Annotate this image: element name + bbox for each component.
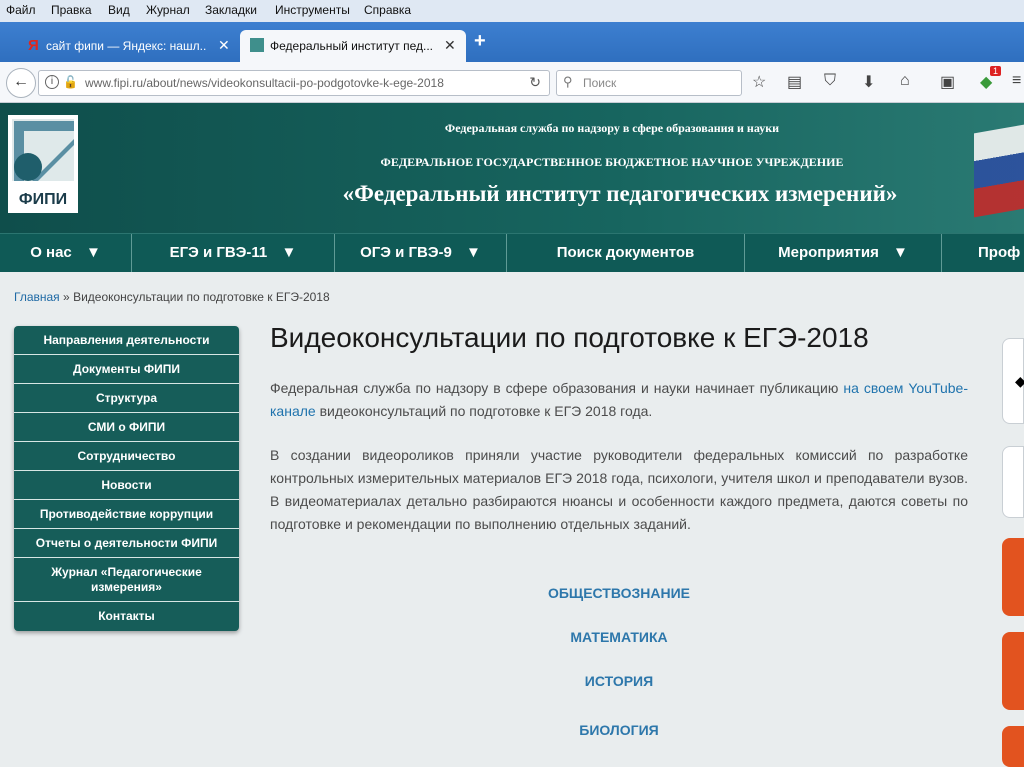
sidebar-item-media[interactable]: СМИ о ФИПИ — [14, 413, 239, 442]
url-bar[interactable]: i 🔓 www.fipi.ru/about/news/videokonsulta… — [38, 70, 550, 96]
article-intro: Федеральная служба по надзору в сфере об… — [270, 377, 968, 423]
tab-yandex[interactable]: Я сайт фипи — Яндекс: нашл... ✕ — [14, 30, 236, 62]
header-agency: Федеральная служба по надзору в сфере об… — [444, 121, 780, 135]
article-body: В создании видеороликов приняли участие … — [270, 447, 968, 532]
back-button[interactable]: ← — [6, 68, 36, 98]
url-text[interactable]: www.fipi.ru/about/news/videokonsultacii-… — [85, 76, 444, 90]
nav-prof[interactable]: Проф — [942, 234, 1024, 272]
sidebar-item-cooperation[interactable]: Сотрудничество — [14, 442, 239, 471]
menu-edit[interactable]: Правка — [51, 3, 92, 17]
menu-tools[interactable]: Инструменты — [275, 3, 350, 17]
side-promo-tab[interactable] — [1002, 726, 1024, 767]
side-promo-tab[interactable] — [1002, 632, 1024, 710]
search-icon: ⚲ — [563, 74, 573, 89]
subject-link-history[interactable]: ИСТОРИЯ — [270, 673, 968, 689]
breadcrumb-current: Видеоконсультации по подготовке к ЕГЭ-20… — [73, 290, 330, 304]
menu-file[interactable]: Файл — [6, 3, 36, 17]
tab-fipi[interactable]: Федеральный институт пед... ✕ — [240, 30, 466, 62]
caret-down-icon: ▼ — [85, 244, 101, 261]
close-tab-icon[interactable]: ✕ — [444, 37, 456, 54]
breadcrumb: Главная » Видеоконсультации по подготовк… — [14, 290, 330, 304]
close-tab-icon[interactable]: ✕ — [218, 37, 230, 54]
breadcrumb-home[interactable]: Главная — [14, 290, 60, 304]
home-icon[interactable]: ⌂ — [900, 72, 910, 90]
nav-label: ЕГЭ и ГВЭ-11 — [169, 244, 268, 261]
fipi-icon — [250, 38, 264, 52]
nav-document-search[interactable]: Поиск документов — [507, 234, 745, 272]
reload-icon[interactable]: ↻ — [529, 74, 541, 91]
tab-title: сайт фипи — Яндекс: нашл... — [46, 39, 206, 53]
menu-bar: Файл Правка Вид Журнал Закладки Инструме… — [0, 0, 1024, 22]
sidebar-item-directions[interactable]: Направления деятельности — [14, 326, 239, 355]
yandex-icon: Я — [28, 37, 39, 54]
side-panel-tab[interactable]: ◆ — [1002, 338, 1024, 424]
sidebar-item-contacts[interactable]: Контакты — [14, 602, 239, 631]
pocket-icon[interactable]: ⛉ — [824, 72, 836, 90]
nav-label: ОГЭ и ГВЭ-9 — [360, 244, 452, 261]
sidebar-menu: Направления деятельности Документы ФИПИ … — [14, 326, 239, 631]
menu-icon[interactable]: ≡ — [1012, 72, 1021, 90]
subject-link-biology[interactable]: БИОЛОГИЯ — [270, 722, 968, 738]
screenshot-icon[interactable]: ▣ — [940, 72, 955, 92]
sidebar-item-anticorruption[interactable]: Противодействие коррупции — [14, 500, 239, 529]
caret-down-icon: ▼ — [466, 244, 481, 261]
intro-text-start: Федеральная служба по надзору в сфере об… — [270, 380, 844, 396]
reading-list-icon[interactable]: ▤ — [787, 72, 802, 92]
new-tab-button[interactable]: + — [474, 30, 486, 53]
subject-link-social-studies[interactable]: ОБЩЕСТВОЗНАНИЕ — [270, 585, 968, 601]
nav-events[interactable]: Мероприятия ▼ — [745, 234, 942, 272]
subject-link-math[interactable]: МАТЕМАТИКА — [270, 629, 968, 645]
nav-about[interactable]: О нас ▼ — [0, 234, 132, 272]
caret-down-icon: ▼ — [893, 244, 908, 261]
nav-label: Проф — [978, 244, 1021, 261]
main-nav: О нас ▼ ЕГЭ и ГВЭ-11 ▼ ОГЭ и ГВЭ-9 ▼ Пои… — [0, 233, 1024, 272]
side-panel-tab[interactable] — [1002, 446, 1024, 518]
arrow-left-icon: ◆ — [1015, 373, 1024, 389]
page-title: Видеоконсультации по подготовке к ЕГЭ-20… — [270, 322, 869, 353]
menu-view[interactable]: Вид — [108, 3, 130, 17]
nav-toolbar: ← i 🔓 www.fipi.ru/about/news/videokonsul… — [0, 62, 1024, 103]
sidebar-item-journal[interactable]: Журнал «Педагогические измерения» — [14, 558, 239, 602]
nav-ege[interactable]: ЕГЭ и ГВЭ-11 ▼ — [132, 234, 335, 272]
russian-flag — [974, 124, 1024, 218]
bookmark-star-icon[interactable]: ☆ — [752, 72, 766, 92]
notification-badge: 1 — [990, 66, 1002, 76]
nav-label: Мероприятия — [778, 244, 879, 261]
sidebar-item-news[interactable]: Новости — [14, 471, 239, 500]
search-input[interactable]: ⚲ Поиск — [556, 70, 742, 96]
tab-title: Федеральный институт пед... — [270, 39, 434, 53]
insecure-lock-icon: 🔓 — [63, 75, 78, 89]
nav-oge[interactable]: ОГЭ и ГВЭ-9 ▼ — [335, 234, 507, 272]
tab-bar: Я сайт фипи — Яндекс: нашл... ✕ Федераль… — [0, 22, 1024, 62]
caret-down-icon: ▼ — [281, 244, 297, 261]
header-institution-type: ФЕДЕРАЛЬНОЕ ГОСУДАРСТВЕННОЕ БЮДЖЕТНОЕ НА… — [380, 155, 844, 169]
nav-label: О нас — [30, 244, 72, 261]
download-icon[interactable]: ⬇ — [862, 72, 875, 92]
search-placeholder: Поиск — [583, 76, 617, 90]
menu-bookmarks[interactable]: Закладки — [205, 3, 257, 17]
sidebar-item-structure[interactable]: Структура — [14, 384, 239, 413]
side-promo-tab[interactable] — [1002, 538, 1024, 616]
header-institute-name: «Федеральный институт педагогических изм… — [342, 181, 898, 206]
breadcrumb-separator: » — [63, 290, 70, 304]
site-header: ФИПИ Федеральная служба по надзору в сфе… — [0, 103, 1024, 233]
intro-text-end: видеоконсультаций по подготовке к ЕГЭ 20… — [315, 403, 653, 419]
info-icon[interactable]: i — [45, 75, 59, 89]
menu-history[interactable]: Журнал — [146, 3, 190, 17]
nav-label: Поиск документов — [556, 244, 695, 261]
sidebar-item-reports[interactable]: Отчеты о деятельности ФИПИ — [14, 529, 239, 558]
menu-help[interactable]: Справка — [364, 3, 411, 17]
sidebar-item-documents[interactable]: Документы ФИПИ — [14, 355, 239, 384]
